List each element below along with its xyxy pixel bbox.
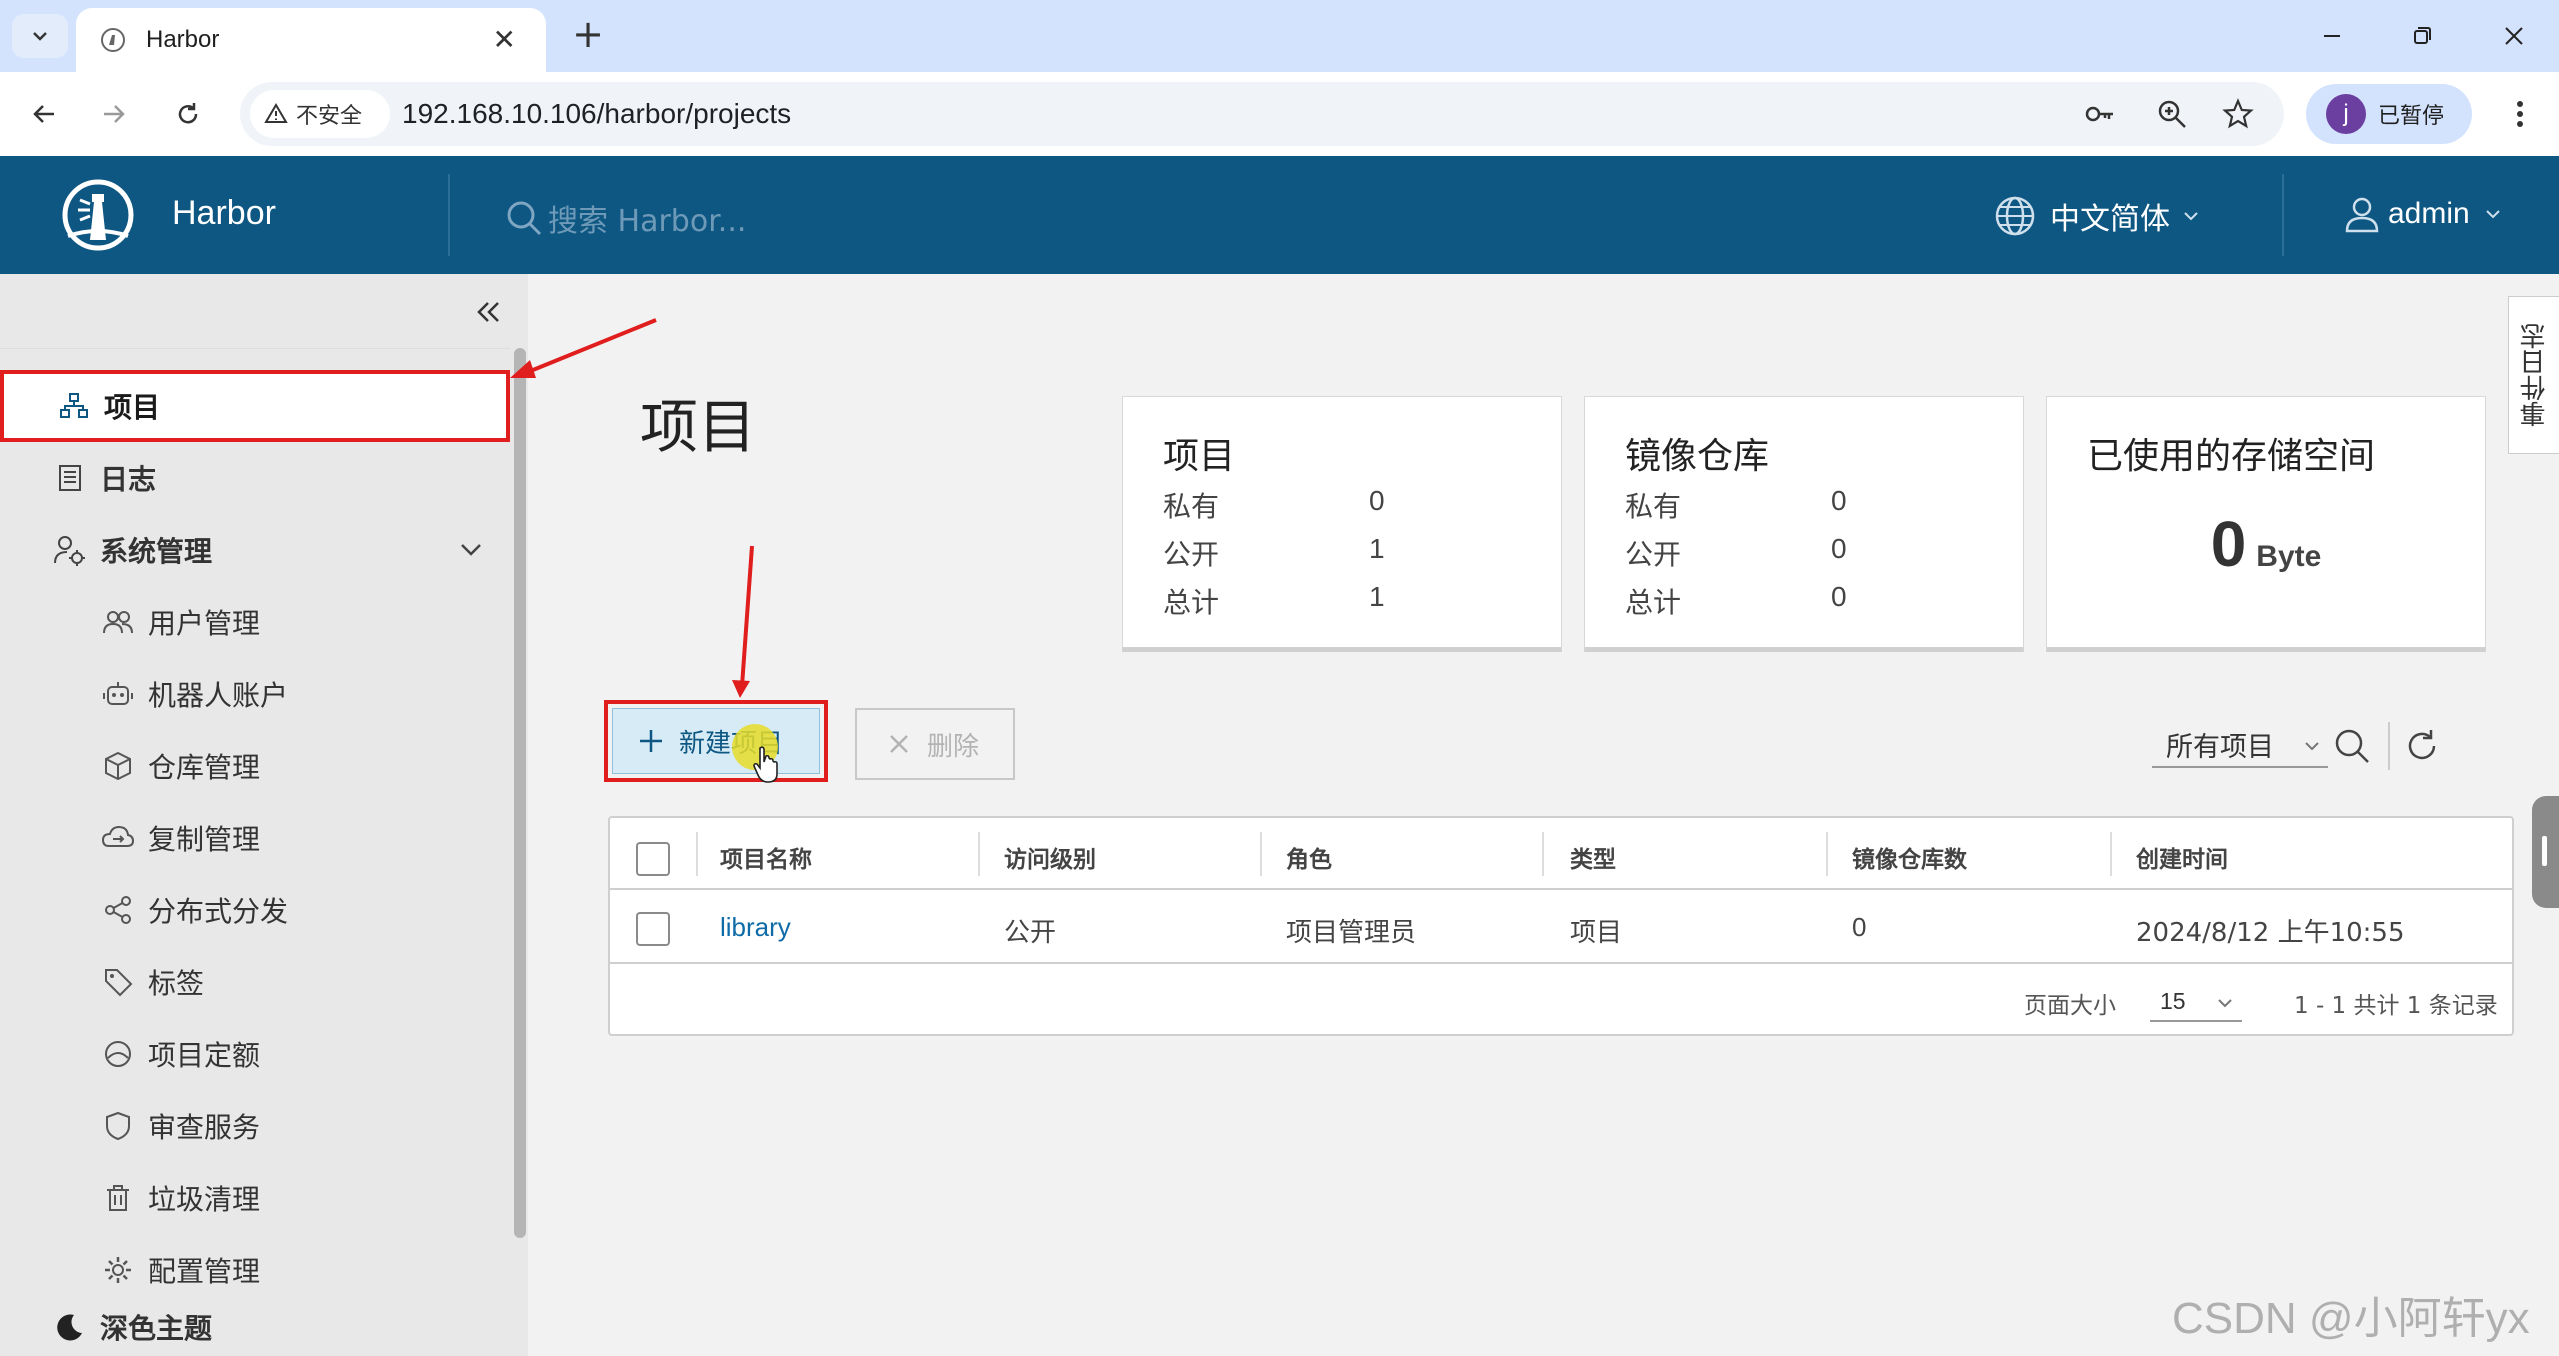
annotation-arrows: [510, 318, 754, 698]
watermark-text: CSDN @小阿轩yx: [2172, 1294, 2530, 1343]
